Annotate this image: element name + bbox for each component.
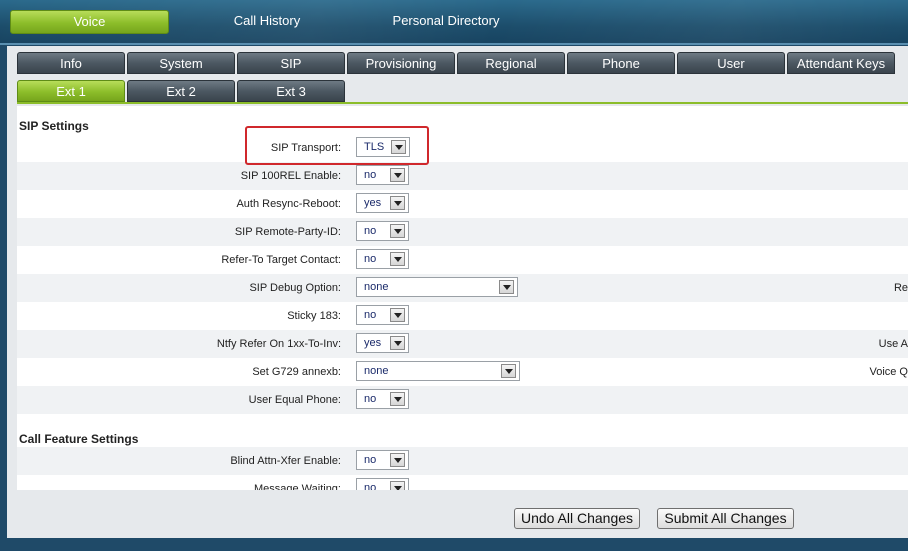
setting-row-sip-debug-option: SIP Debug Option: none Re — [17, 274, 908, 302]
setting-label: Blind Attn-Xfer Enable: — [230, 455, 341, 467]
setting-row-ntfy-refer: Ntfy Refer On 1xx-To-Inv: yes Use A — [17, 330, 908, 358]
dropdown-arrow-icon — [390, 168, 405, 182]
setting-label: SIP Transport: — [270, 142, 341, 154]
setting-label: Message Waiting: — [253, 483, 341, 490]
main-panel: Info System SIP Provisioning Regional Ph… — [7, 46, 908, 538]
setting-row-sip-100rel: SIP 100REL Enable: no — [17, 162, 908, 190]
tab-attendant-keys[interactable]: Attendant Keys — [787, 52, 895, 74]
sip-transport-select[interactable]: TLS — [356, 137, 410, 157]
select-value: no — [364, 482, 377, 490]
dropdown-arrow-icon — [390, 453, 405, 467]
blind-attn-xfer-select[interactable]: no — [356, 450, 409, 470]
top-nav-personal-directory[interactable]: Personal Directory — [368, 10, 524, 32]
set-g729-annexb-select[interactable]: none — [356, 361, 520, 381]
select-value: no — [364, 454, 377, 466]
setting-label: SIP 100REL Enable: — [240, 170, 341, 182]
setting-row-sip-remote-party-id: SIP Remote-Party-ID: no — [17, 218, 908, 246]
setting-row-auth-resync-reboot: Auth Resync-Reboot: yes — [17, 190, 908, 218]
select-value: no — [364, 309, 377, 321]
auth-resync-reboot-select[interactable]: yes — [356, 193, 409, 213]
top-nav-call-history[interactable]: Call History — [188, 10, 346, 32]
tab-ext-3[interactable]: Ext 3 — [237, 80, 345, 102]
setting-row-blind-attn-xfer: Blind Attn-Xfer Enable: no — [17, 447, 908, 475]
dropdown-arrow-icon — [499, 280, 514, 294]
setting-label: Auth Resync-Reboot: — [236, 198, 341, 210]
tab-regional[interactable]: Regional — [457, 52, 565, 74]
user-equal-phone-select[interactable]: no — [356, 389, 409, 409]
tab-system[interactable]: System — [127, 52, 235, 74]
tab-provisioning[interactable]: Provisioning — [347, 52, 455, 74]
section-title-call-feature-settings: Call Feature Settings — [19, 432, 139, 446]
dropdown-arrow-icon — [390, 308, 405, 322]
setting-row-set-g729-annexb: Set G729 annexb: none Voice Q — [17, 358, 908, 386]
tab-user[interactable]: User — [677, 52, 785, 74]
ext-tabs: Ext 1 Ext 2 Ext 3 — [17, 80, 908, 102]
tab-sip[interactable]: SIP — [237, 52, 345, 74]
tab-info[interactable]: Info — [17, 52, 125, 74]
clipped-right-label: Re — [893, 282, 908, 294]
dropdown-arrow-icon — [390, 196, 405, 210]
page-footer-strip — [7, 538, 908, 551]
setting-row-sticky-183: Sticky 183: no — [17, 302, 908, 330]
sticky-183-select[interactable]: no — [356, 305, 409, 325]
submit-all-changes-button[interactable]: Submit All Changes — [657, 508, 794, 529]
sip-debug-option-select[interactable]: none — [356, 277, 518, 297]
setting-label: SIP Debug Option: — [249, 282, 341, 294]
undo-all-changes-button[interactable]: Undo All Changes — [514, 508, 640, 529]
select-value: no — [364, 225, 377, 237]
tab-phone[interactable]: Phone — [567, 52, 675, 74]
top-nav-voice[interactable]: Voice — [10, 10, 169, 34]
setting-row-message-waiting: Message Waiting: no — [17, 475, 908, 490]
sip-100rel-select[interactable]: no — [356, 165, 409, 185]
dropdown-arrow-icon — [390, 224, 405, 238]
select-value: none — [364, 365, 389, 377]
select-value: none — [364, 281, 389, 293]
refer-to-target-contact-select[interactable]: no — [356, 249, 409, 269]
section-title-sip-settings: SIP Settings — [19, 119, 89, 133]
setting-label: Sticky 183: — [287, 310, 341, 322]
dropdown-arrow-icon — [390, 392, 405, 406]
main-tabs: Info System SIP Provisioning Regional Ph… — [17, 52, 908, 74]
setting-label: SIP Remote-Party-ID: — [234, 226, 341, 238]
subtab-divider — [17, 102, 908, 104]
tab-ext-2[interactable]: Ext 2 — [127, 80, 235, 102]
select-value: yes — [364, 197, 382, 209]
select-value: no — [364, 169, 377, 181]
dropdown-arrow-icon — [390, 481, 405, 490]
message-waiting-select[interactable]: no — [356, 478, 409, 490]
ntfy-refer-select[interactable]: yes — [356, 333, 409, 353]
dropdown-arrow-icon — [390, 252, 405, 266]
tab-ext-1[interactable]: Ext 1 — [17, 80, 125, 102]
top-nav-bar: Voice Call History Personal Directory — [0, 0, 908, 44]
clipped-right-label: Use A — [878, 338, 908, 350]
setting-row-refer-to-target-contact: Refer-To Target Contact: no — [17, 246, 908, 274]
setting-row-user-equal-phone: User Equal Phone: no — [17, 386, 908, 414]
select-value: yes — [364, 337, 382, 349]
select-value: no — [364, 253, 377, 265]
setting-label: Ntfy Refer On 1xx-To-Inv: — [216, 338, 341, 350]
setting-row-sip-transport: SIP Transport: TLS — [17, 134, 908, 162]
settings-content[interactable]: SIP Settings SIP Transport: TLS SIP 100R… — [17, 106, 908, 490]
sip-remote-party-id-select[interactable]: no — [356, 221, 409, 241]
setting-label: Refer-To Target Contact: — [221, 254, 341, 266]
setting-label: Set G729 annexb: — [252, 366, 341, 378]
dropdown-arrow-icon — [390, 336, 405, 350]
select-value: TLS — [364, 141, 385, 153]
dropdown-arrow-icon — [501, 364, 516, 378]
setting-label: User Equal Phone: — [248, 394, 341, 406]
clipped-right-label: Voice Q — [869, 366, 908, 378]
top-divider — [0, 43, 908, 45]
dropdown-arrow-icon — [391, 140, 406, 154]
select-value: no — [364, 393, 377, 405]
